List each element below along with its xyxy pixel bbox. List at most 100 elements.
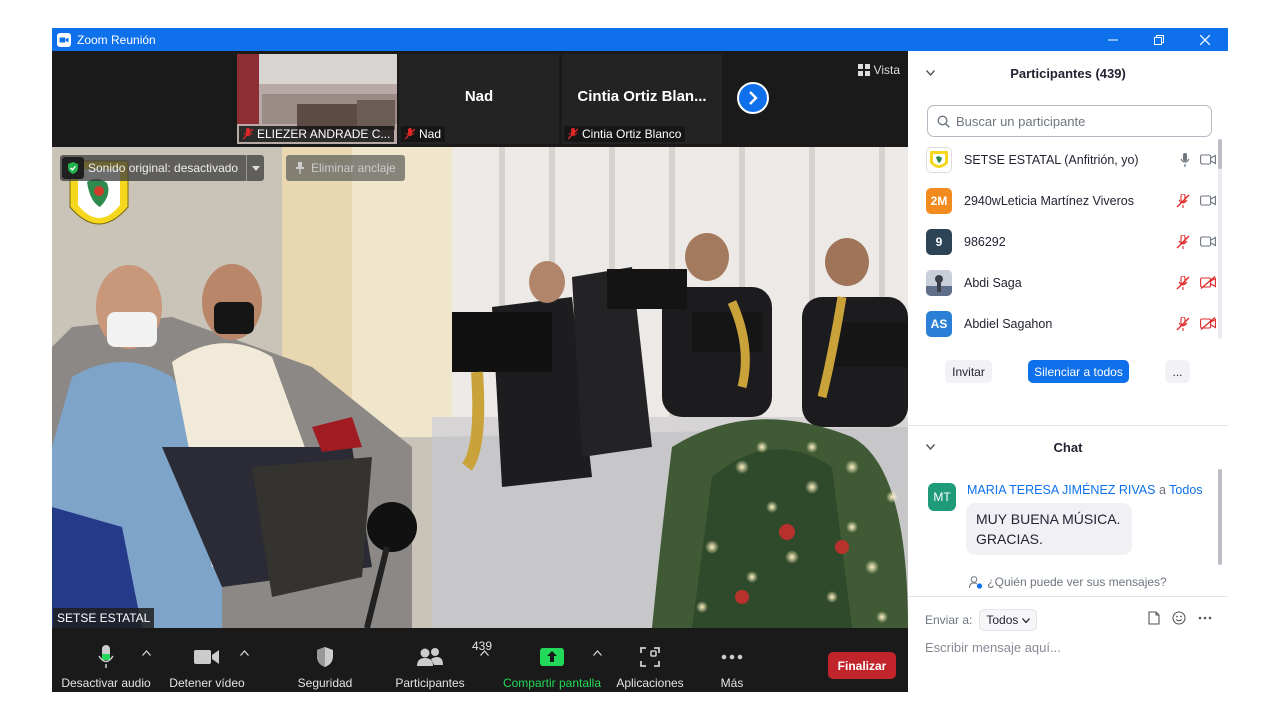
invite-button[interactable]: Invitar <box>945 360 992 383</box>
file-icon[interactable] <box>1148 611 1160 625</box>
original-sound-dropdown[interactable] <box>246 155 264 181</box>
emoji-icon[interactable] <box>1172 611 1186 625</box>
participant-name: Abdi Saga <box>964 275 1022 290</box>
participant-row[interactable]: 2M 2940wLeticia Martínez Viveros <box>926 180 1216 221</box>
who-can-see-link[interactable]: ¿Quién puede ver sus mensajes? <box>908 575 1228 589</box>
video-camera-icon[interactable] <box>1200 154 1216 165</box>
video-options-caret[interactable] <box>238 648 250 658</box>
apps-icon <box>640 647 660 667</box>
avatar <box>926 146 952 173</box>
recipient-value: Todos <box>986 613 1019 627</box>
video-off-icon[interactable] <box>1200 317 1216 330</box>
microphone-icon[interactable] <box>1180 152 1190 167</box>
grid-view-icon <box>857 64 870 76</box>
next-page-button[interactable] <box>737 82 769 114</box>
message-recipient: Todos <box>1169 483 1203 497</box>
security-label: Seguridad <box>297 676 353 690</box>
more-dots-icon[interactable] <box>1198 616 1212 620</box>
thumbnail-video[interactable]: Cintia Ortiz Blan... Cintia Ortiz Blanco <box>562 54 722 144</box>
thumbnail-name-tag: ELIEZER ANDRADE C... <box>239 126 395 142</box>
participant-name: 2940wLeticia Martínez Viveros <box>964 193 1134 208</box>
avatar: 9 <box>926 228 952 255</box>
participants-scrollbar[interactable] <box>1218 139 1222 339</box>
message-to-word: a <box>1158 483 1166 497</box>
thumbnail-video[interactable]: ELIEZER ANDRADE C... <box>237 54 397 144</box>
message-sender[interactable]: MARIA TERESA JIMÉNEZ RIVAS <box>967 483 1155 497</box>
participants-header: Participantes (439) <box>908 51 1228 95</box>
thumbnail-display-name: Nad <box>464 88 494 105</box>
stop-video-label: Detener vídeo <box>169 676 245 690</box>
more-dots-icon <box>721 654 743 660</box>
participant-list: SETSE ESTATAL (Anfitrión, yo) 2M 2940wLe… <box>908 139 1228 349</box>
caret-up-icon <box>141 650 151 656</box>
more-label: Más <box>720 676 744 690</box>
participant-row[interactable]: Abdi Saga <box>926 262 1216 303</box>
view-button[interactable]: Vista <box>857 63 900 77</box>
participant-row[interactable]: SETSE ESTATAL (Anfitrión, yo) <box>926 139 1216 180</box>
close-icon <box>1200 34 1210 45</box>
title-bar: Zoom Reunión <box>52 28 1228 51</box>
unpin-button[interactable]: Eliminar anclaje <box>286 155 405 181</box>
side-panel: Participantes (439) Buscar un participan… <box>908 51 1228 692</box>
scrollbar-thumb[interactable] <box>1218 139 1222 169</box>
apps-button[interactable]: Aplicaciones <box>612 628 688 692</box>
participant-row[interactable]: AS Abdiel Sagahon <box>926 303 1216 344</box>
mute-all-button[interactable]: Silenciar a todos <box>1028 360 1129 383</box>
thumbnail-name-tag: Nad <box>401 126 446 142</box>
mute-audio-button[interactable]: Desactivar audio <box>61 628 151 692</box>
chat-header: Chat <box>908 427 1228 467</box>
chat-collapse-button[interactable] <box>924 441 936 453</box>
chat-tools <box>1148 611 1212 625</box>
participant-name: Abdiel Sagahon <box>964 316 1053 331</box>
audio-options-caret[interactable] <box>140 648 152 658</box>
muted-mic-icon[interactable] <box>1176 316 1190 331</box>
thumbnail-video[interactable]: Nad Nad <box>399 54 559 144</box>
more-options-button[interactable]: ... <box>1165 360 1190 383</box>
original-sound-indicator[interactable]: Sonido original: desactivado <box>60 155 265 181</box>
thumbnail-name-tag: Cintia Ortiz Blanco <box>564 126 686 142</box>
muted-mic-icon[interactable] <box>1176 193 1190 208</box>
thumbnail-name: ELIEZER ANDRADE C... <box>257 127 391 141</box>
share-screen-icon <box>540 648 564 666</box>
unpin-label: Eliminar anclaje <box>311 161 396 175</box>
end-meeting-button[interactable]: Finalizar <box>828 652 896 679</box>
chat-message-input[interactable]: Escribir mensaje aquí... <box>925 640 1061 655</box>
minimize-button[interactable] <box>1090 28 1136 51</box>
mute-audio-label: Desactivar audio <box>61 676 151 690</box>
restore-button[interactable] <box>1136 28 1182 51</box>
participants-collapse-button[interactable] <box>924 67 936 79</box>
send-to-label: Enviar a: <box>925 613 973 627</box>
message-bubble[interactable]: MUY BUENA MÚSICA. GRACIAS. <box>966 503 1132 555</box>
microphone-icon <box>98 645 114 668</box>
recipient-select[interactable]: Todos <box>979 609 1038 631</box>
more-button[interactable]: Más <box>708 628 756 692</box>
message-sender-line: MARIA TERESA JIMÉNEZ RIVAS a Todos <box>967 483 1203 497</box>
share-options-caret[interactable] <box>591 648 603 658</box>
stop-video-button[interactable]: Detener vídeo <box>164 628 250 692</box>
close-button[interactable] <box>1182 28 1228 51</box>
participants-options-caret[interactable] <box>478 648 490 658</box>
video-off-icon[interactable] <box>1200 276 1216 289</box>
participants-label: Participantes <box>395 676 465 690</box>
who-can-see-label: ¿Quién puede ver sus mensajes? <box>987 575 1167 589</box>
caret-down-icon <box>251 165 260 171</box>
muted-mic-icon[interactable] <box>1176 275 1190 290</box>
main-video[interactable]: Sonido original: desactivado Eliminar an… <box>52 147 908 628</box>
avatar: MT <box>928 483 956 511</box>
security-button[interactable]: Seguridad <box>288 628 362 692</box>
section-divider <box>908 425 1228 426</box>
caret-up-icon <box>479 650 489 656</box>
share-screen-button[interactable]: Compartir pantalla <box>500 628 604 692</box>
thumbnail-name: Nad <box>419 127 442 141</box>
participants-button[interactable]: 439 Participantes <box>388 628 492 692</box>
chevron-down-icon <box>925 444 935 450</box>
chat-scrollbar[interactable] <box>1218 469 1222 565</box>
muted-mic-icon[interactable] <box>1176 234 1190 249</box>
participant-search-input[interactable]: Buscar un participante <box>927 105 1212 137</box>
participant-row[interactable]: 9 986292 <box>926 221 1216 262</box>
video-camera-icon[interactable] <box>1200 236 1216 247</box>
thumbnail-name: Cintia Ortiz Blanco <box>582 127 682 141</box>
video-camera-icon[interactable] <box>1200 195 1216 206</box>
scrollbar-thumb[interactable] <box>1218 469 1222 565</box>
apps-label: Aplicaciones <box>616 676 684 690</box>
